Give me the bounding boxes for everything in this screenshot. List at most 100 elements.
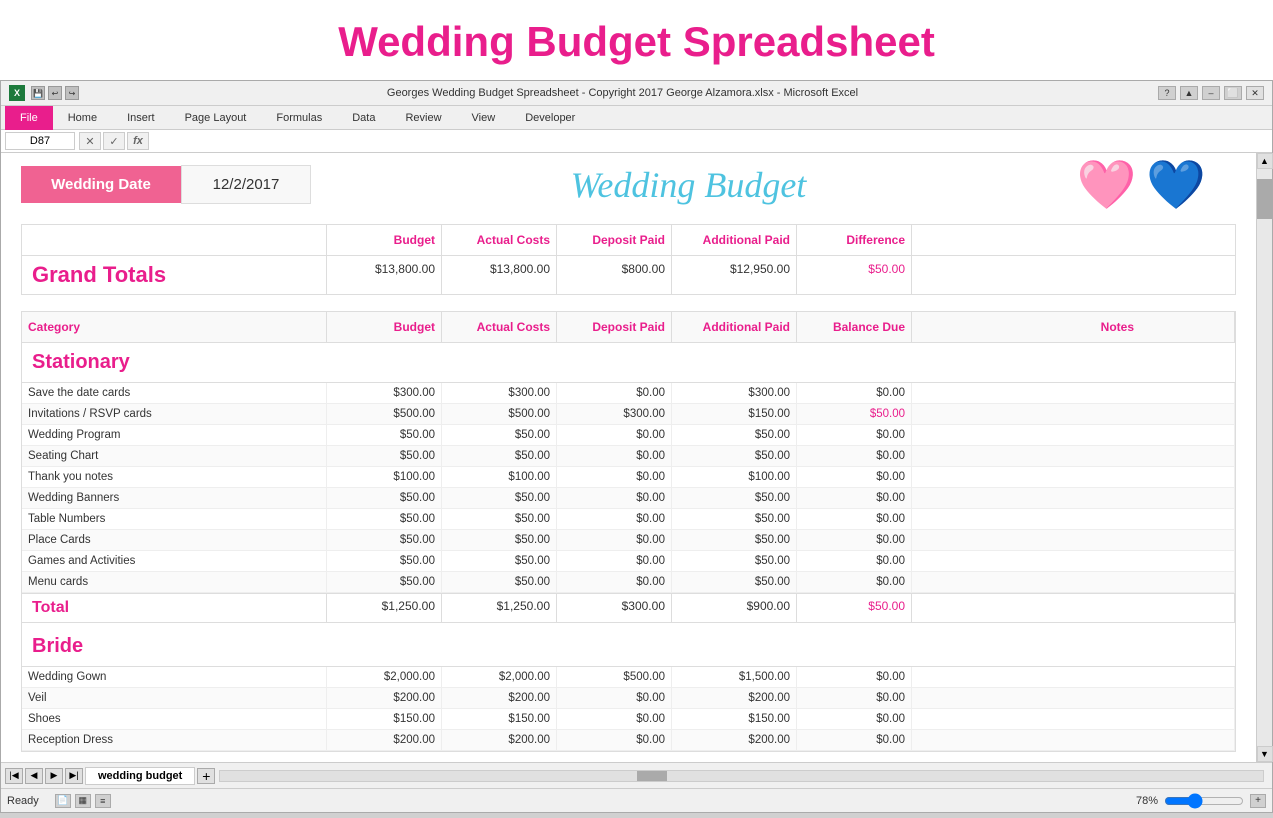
gt-col-additional: Additional Paid [672,225,797,255]
category-header: Category Budget Actual Costs Deposit Pai… [22,312,1235,343]
cat-col-budget: Budget [327,312,442,342]
titlebar-text: Georges Wedding Budget Spreadsheet - Cop… [87,87,1158,99]
formula-bar: D87 ✕ ✓ fx [1,130,1272,153]
category-section: Category Budget Actual Costs Deposit Pai… [21,311,1236,752]
cat-col-notes: Notes [912,312,1235,342]
bride-title: Bride [22,627,1235,667]
cat-col-deposit: Deposit Paid [557,312,672,342]
status-right: 78% + [1136,793,1266,809]
cancel-formula-btn[interactable]: ✕ [79,132,101,150]
tab-developer[interactable]: Developer [510,106,590,130]
tab-data[interactable]: Data [337,106,390,130]
wedding-budget-title: Wedding Budget [401,164,976,206]
sheet-tabs-bar: |◀ ◀ ▶ ▶| wedding budget + [1,762,1272,788]
tab-formulas[interactable]: Formulas [261,106,337,130]
help-btn[interactable]: ? [1158,86,1176,100]
grand-totals-data: Grand Totals $13,800.00 $13,800.00 $800.… [22,256,1235,294]
gt-col-actual: Actual Costs [442,225,557,255]
excel-icon: X [9,85,25,101]
sheet-next-btn[interactable]: ▶ [45,768,63,784]
tab-page-layout[interactable]: Page Layout [170,106,262,130]
heart-blue-icon: 💙 [1146,156,1206,213]
page-view-btn[interactable]: 📄 [55,794,71,808]
sheet-prev-btn[interactable]: ◀ [25,768,43,784]
wedding-date-row: Wedding Date 12/2/2017 Wedding Budget 🩷 … [21,165,1236,204]
minimize-btn[interactable]: – [1202,86,1220,100]
grand-totals-label: Grand Totals [22,256,327,294]
table-row: Wedding Gown $2,000.00 $2,000.00 $500.00… [22,667,1235,688]
tab-view[interactable]: View [457,106,511,130]
layout-view-btn[interactable]: ▦ [75,794,91,808]
scroll-down-btn[interactable]: ▼ [1257,746,1273,762]
cat-col-additional: Additional Paid [672,312,797,342]
undo-icon[interactable]: ↩ [48,86,62,100]
formula-input[interactable] [151,135,1268,147]
tab-insert[interactable]: Insert [112,106,170,130]
table-row: Wedding Program $50.00 $50.00 $0.00 $50.… [22,425,1235,446]
scroll-up-btn[interactable]: ▲ [1257,153,1273,169]
gt-col-difference: Difference [797,225,912,255]
table-row: Seating Chart $50.00 $50.00 $0.00 $50.00… [22,446,1235,467]
zoom-level: 78% [1136,795,1158,807]
sheet-tab-wedding-budget[interactable]: wedding budget [85,767,195,785]
sheet-last-btn[interactable]: ▶| [65,768,83,784]
wedding-date-value: 12/2/2017 [181,165,311,204]
window-controls: ? ▲ – ⬜ ✕ [1158,86,1264,100]
tab-file[interactable]: File [5,106,53,130]
table-row: Shoes $150.00 $150.00 $0.00 $150.00 $0.0… [22,709,1235,730]
stationary-total-label: Total [22,594,327,622]
cat-col-balance: Balance Due [797,312,912,342]
horizontal-scrollbar[interactable] [219,770,1264,782]
zoom-slider[interactable] [1164,793,1244,809]
tab-review[interactable]: Review [390,106,456,130]
cell-reference[interactable]: D87 [5,132,75,150]
table-row: Table Numbers $50.00 $50.00 $0.00 $50.00… [22,509,1235,530]
gt-col-budget: Budget [327,225,442,255]
status-icons: 📄 ▦ ≡ [55,794,111,808]
table-row: Menu cards $50.00 $50.00 $0.00 $50.00 $0… [22,572,1235,593]
close-btn[interactable]: ✕ [1246,86,1264,100]
grand-totals-section: Budget Actual Costs Deposit Paid Additio… [21,224,1236,295]
page-break-btn[interactable]: ≡ [95,794,111,808]
status-bar: Ready 📄 ▦ ≡ 78% + [1,788,1272,812]
grand-totals-header: Budget Actual Costs Deposit Paid Additio… [22,225,1235,256]
table-row: Veil $200.00 $200.00 $0.00 $200.00 $0.00 [22,688,1235,709]
table-row: Thank you notes $100.00 $100.00 $0.00 $1… [22,467,1235,488]
wedding-date-label: Wedding Date [21,166,181,203]
table-row: Place Cards $50.00 $50.00 $0.00 $50.00 $… [22,530,1235,551]
heart-pink-icon: 🩷 [1076,156,1136,213]
tab-home[interactable]: Home [53,106,112,130]
insert-function-btn[interactable]: fx [127,132,149,150]
table-row: Invitations / RSVP cards $500.00 $500.00… [22,404,1235,425]
gt-actual: $13,800.00 [442,256,557,294]
vertical-scrollbar[interactable]: ▲ ▼ [1256,153,1272,762]
scroll-thumb[interactable] [1257,179,1272,219]
confirm-formula-btn[interactable]: ✓ [103,132,125,150]
h-scrollbar-thumb[interactable] [637,771,667,781]
add-sheet-btn[interactable]: + [197,768,215,784]
excel-window: X 💾 ↩ ↪ Georges Wedding Budget Spreadshe… [0,80,1273,813]
save-icon[interactable]: 💾 [31,86,45,100]
scroll-track [1257,169,1272,746]
ribbon-toggle-btn[interactable]: ▲ [1180,86,1198,100]
gt-col-0 [22,225,327,255]
gt-deposit: $800.00 [557,256,672,294]
table-row: Games and Activities $50.00 $50.00 $0.00… [22,551,1235,572]
title-bar: X 💾 ↩ ↪ Georges Wedding Budget Spreadshe… [1,81,1272,106]
status-ready: Ready [7,795,39,807]
sheet-first-btn[interactable]: |◀ [5,768,23,784]
hearts-area: 🩷 💙 [1076,156,1206,213]
restore-btn[interactable]: ⬜ [1224,86,1242,100]
cat-col-category: Category [22,312,327,342]
gt-difference: $50.00 [797,256,912,294]
zoom-in-btn[interactable]: + [1250,794,1266,808]
ribbon-tabs: File Home Insert Page Layout Formulas Da… [1,106,1272,130]
table-row: Wedding Banners $50.00 $50.00 $0.00 $50.… [22,488,1235,509]
page-title: Wedding Budget Spreadsheet [0,0,1273,80]
table-row: Save the date cards $300.00 $300.00 $0.0… [22,383,1235,404]
redo-icon[interactable]: ↪ [65,86,79,100]
sheet-wrapper: Wedding Date 12/2/2017 Wedding Budget 🩷 … [1,153,1272,762]
gt-additional: $12,950.00 [672,256,797,294]
sheet-content: Wedding Date 12/2/2017 Wedding Budget 🩷 … [1,153,1256,762]
gt-col-deposit: Deposit Paid [557,225,672,255]
